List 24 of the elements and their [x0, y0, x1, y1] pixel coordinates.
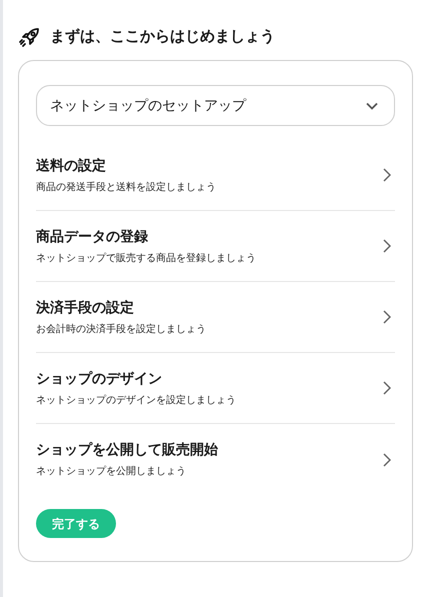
step-description: ネットショップで販売する商品を登録しましょう	[36, 252, 256, 264]
setup-step[interactable]: 送料の設定 商品の発送手段と送料を設定しましょう	[36, 140, 395, 211]
step-title: 決済手段の設定	[36, 298, 135, 314]
step-description: お会計時の決済手段を設定しましょう	[36, 324, 206, 336]
step-title: ショップを公開して販売開始	[36, 441, 218, 457]
setup-step[interactable]: 商品データの登録 ネットショップで販売する商品を登録しましょう	[36, 211, 395, 282]
step-description: ネットショップのデザインを設定しましょう	[36, 394, 236, 406]
rocket-icon	[18, 25, 42, 49]
step-title: 商品データの登録	[36, 228, 149, 244]
section-heading: まずは、ここからはじめましょう	[50, 26, 275, 47]
chevron-right-icon	[383, 168, 391, 182]
chevron-right-icon	[383, 239, 391, 253]
step-description: 商品の発送手段と送料を設定しましょう	[36, 182, 216, 194]
setup-step[interactable]: ショップを公開して販売開始 ネットショップを公開しましょう	[36, 424, 395, 495]
chevron-right-icon	[383, 310, 391, 324]
chevron-right-icon	[383, 452, 391, 466]
setup-step[interactable]: ショップのデザイン ネットショップのデザインを設定しましょう	[36, 353, 395, 424]
step-title: ショップのデザイン	[36, 370, 163, 386]
setup-step[interactable]: 決済手段の設定 お会計時の決済手段を設定しましょう	[36, 282, 395, 353]
chevron-right-icon	[383, 381, 391, 395]
step-description: ネットショップを公開しましょう	[36, 466, 187, 478]
step-title: 送料の設定	[36, 156, 107, 172]
setup-dropdown[interactable]: ネットショップのセットアップ	[36, 85, 395, 126]
chevron-down-icon	[366, 102, 378, 110]
